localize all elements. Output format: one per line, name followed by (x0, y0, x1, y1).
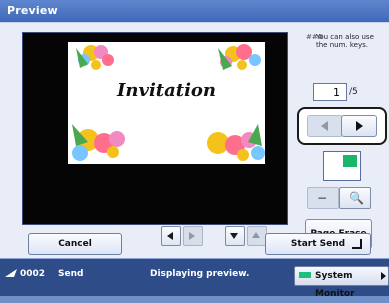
thumbnail-highlight (343, 155, 357, 167)
zoom-out-button[interactable]: − (307, 187, 339, 209)
start-send-button[interactable]: Start Send (265, 233, 371, 255)
document-page: Invitation (68, 42, 265, 164)
flower-artwork (72, 44, 265, 161)
cancel-button[interactable]: Cancel (28, 233, 122, 255)
zoom-in-button[interactable]: 🔍 (339, 187, 371, 209)
cancel-label: Cancel (58, 239, 92, 249)
scroll-right-button[interactable] (183, 226, 203, 246)
right-arrow-icon (189, 232, 195, 240)
preview-panel: Invitation ### You can also use the num.… (0, 22, 389, 259)
window-title: Preview (7, 4, 58, 17)
preview-screen: Preview Invitation ### You can also use … (0, 0, 389, 299)
grid-icon: ### (306, 33, 324, 41)
flower-bottom-right (207, 124, 265, 161)
preview-canvas: Invitation (22, 32, 288, 246)
job-action: Send (58, 269, 84, 279)
page-navigation-group (297, 107, 387, 145)
system-monitor-label: System Monitor (315, 271, 355, 299)
page-thumbnail (323, 151, 361, 181)
flower-top-left (76, 45, 114, 70)
status-bar: 0002 Send Displaying preview. System Mon… (0, 258, 389, 299)
scroll-up-button[interactable] (247, 226, 267, 246)
flower-top-right (218, 44, 261, 70)
zoom-in-icon: 🔍 (349, 191, 364, 205)
next-page-button[interactable] (341, 115, 377, 137)
next-page-icon (356, 121, 363, 131)
document-heading: Invitation (116, 80, 217, 101)
up-arrow-icon (252, 232, 260, 238)
left-arrow-icon (167, 232, 173, 240)
num-keys-note: ### You can also use the num. keys. (306, 33, 384, 49)
return-icon (352, 239, 362, 249)
scroll-down-button[interactable] (225, 226, 245, 246)
send-icon (5, 269, 17, 277)
system-monitor-button[interactable]: System Monitor (294, 266, 389, 299)
current-page-field[interactable]: 1 (313, 83, 347, 101)
scroll-left-button[interactable] (161, 226, 181, 246)
monitor-icon (299, 272, 311, 278)
previous-page-button[interactable] (307, 115, 343, 137)
down-arrow-icon (230, 233, 238, 239)
flower-bottom-left (72, 124, 125, 161)
arrow-right-icon (381, 272, 386, 280)
zoom-out-icon: − (317, 191, 328, 205)
total-pages-label: /5 (349, 87, 358, 97)
previous-page-icon (321, 121, 328, 131)
status-message: Displaying preview. (150, 269, 250, 279)
job-number: 0002 (20, 269, 46, 279)
title-bar: Preview (0, 0, 389, 22)
start-send-label: Start Send (290, 239, 346, 249)
